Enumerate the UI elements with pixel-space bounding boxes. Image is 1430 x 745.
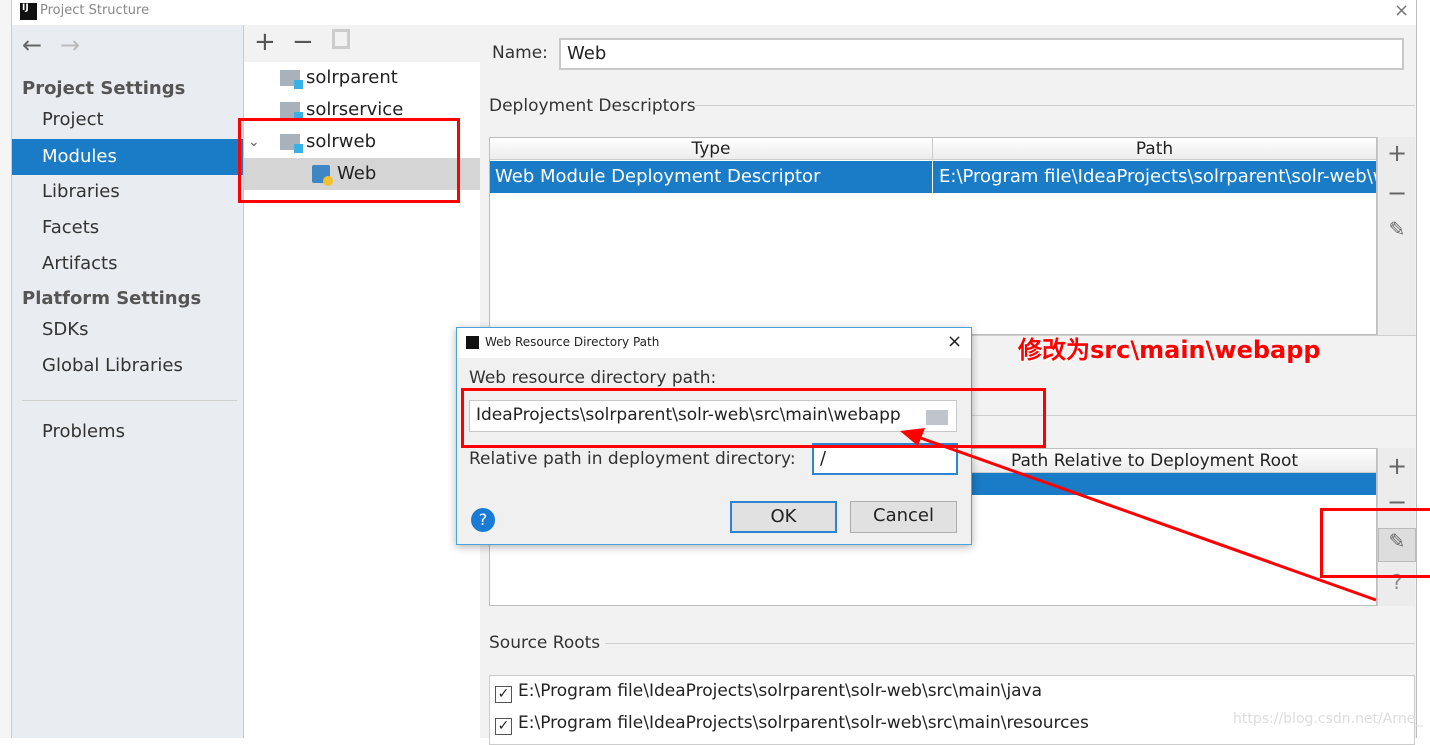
annotation-text: 修改为src\main\webapp <box>1018 336 1321 364</box>
annotation-arrow <box>900 428 1377 602</box>
watermark: https://blog.csdn.net/Arne_ <box>1233 711 1423 727</box>
